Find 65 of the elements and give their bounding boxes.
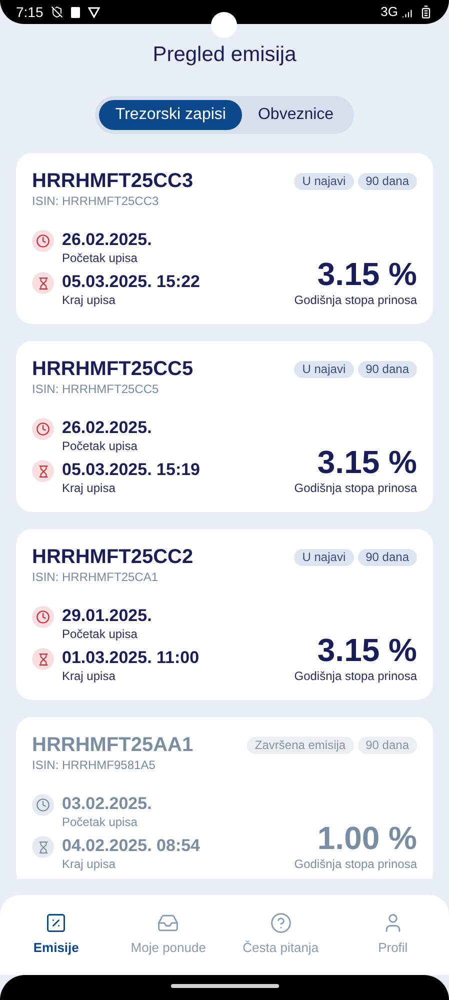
clock-icon: [32, 794, 54, 816]
status-time: 7:15: [16, 2, 44, 22]
start-label: Početak upisa: [62, 438, 138, 454]
isin-text: ISIN: HRRHMF9581A5: [32, 757, 156, 773]
issue-card[interactable]: HRRHMFT25AA1 ISIN: HRRHMF9581A5 Završena emisija 90 dana 03.02.2025. Početak upisa 04.02.2025. 08:54 Kraj upisa 1.00 % Godišnja stopa prinosa: [16, 717, 433, 879]
yield-label: Godišnja stopa prinosa: [294, 292, 417, 308]
isin-text: ISIN: HRRHMFT25CC5: [32, 381, 160, 397]
yield-rate: 3.15 %: [317, 256, 417, 292]
issue-card[interactable]: HRRHMFT25CC5 ISIN: HRRHMFT25CC5 U najavi 90 dana 26.02.2025. Početak upisa 05.03.2025. 15:19 Kraj upisa 3.15 % Godišnja stopa prinosa: [16, 341, 433, 512]
segment-tab[interactable]: Obveznice: [242, 100, 350, 130]
yield-rate: 3.15 %: [317, 632, 417, 668]
issue-code: HRRHMFT25CC5: [32, 357, 194, 381]
isin-text: ISIN: HRRHMFT25CA1: [32, 569, 160, 585]
issue-card[interactable]: HRRHMFT25CC2 ISIN: HRRHMFT25CA1 U najavi 90 dana 29.01.2025. Početak upisa 01.03.2025. 11:00 Kraj upisa 3.15 % Godišnja stopa prinosa: [16, 529, 433, 700]
yield-label: Godišnja stopa prinosa: [294, 856, 417, 872]
shield-icon: [51, 6, 64, 18]
end-label: Kraj upisa: [62, 292, 116, 308]
end-date: 05.03.2025. 15:22: [62, 272, 200, 292]
page-title: Pregled emisija: [152, 43, 298, 67]
network-type: 3G: [380, 3, 398, 22]
camera-cutout: [211, 12, 237, 38]
hourglass-icon: [32, 272, 54, 294]
issue-code: HRRHMFT25CC2: [32, 545, 194, 569]
tag: 90 dana: [358, 361, 417, 378]
tag: 90 dana: [358, 173, 417, 190]
segment-tab[interactable]: Trezorski zapisi: [99, 100, 242, 130]
isin-text: ISIN: HRRHMFT25CC3: [32, 193, 160, 209]
hourglass-icon: [32, 648, 54, 670]
start-date: 29.01.2025.: [62, 606, 152, 626]
start-date: 03.02.2025.: [62, 794, 152, 814]
yield-rate: 3.15 %: [317, 444, 417, 480]
end-label: Kraj upisa: [62, 856, 116, 872]
sd-card-icon: [71, 6, 80, 18]
start-date: 26.02.2025.: [62, 418, 152, 438]
battery-icon: [419, 5, 433, 19]
hourglass-icon: [32, 836, 54, 858]
end-label: Kraj upisa: [62, 480, 116, 496]
tag: 90 dana: [358, 737, 417, 754]
yield-label: Godišnja stopa prinosa: [294, 480, 417, 496]
end-label: Kraj upisa: [62, 668, 116, 684]
hourglass-icon: [32, 460, 54, 482]
start-label: Početak upisa: [62, 626, 138, 642]
clock-icon: [32, 418, 54, 440]
vpn-icon: [88, 6, 100, 18]
percent-square-icon: [45, 912, 68, 934]
end-date: 05.03.2025. 15:19: [62, 460, 200, 480]
start-date: 26.02.2025.: [62, 230, 152, 250]
tag: 90 dana: [358, 549, 417, 566]
yield-rate: 1.00 %: [317, 820, 417, 856]
clock-icon: [32, 606, 54, 628]
issue-code: HRRHMFT25AA1: [32, 733, 194, 757]
end-date: 01.03.2025. 11:00: [62, 648, 200, 668]
tag: U najavi: [294, 549, 354, 566]
help-icon: [270, 912, 292, 934]
tag: Završena emisija: [246, 737, 354, 754]
tag: U najavi: [294, 173, 354, 190]
yield-label: Godišnja stopa prinosa: [294, 668, 417, 684]
end-date: 04.02.2025. 08:54: [62, 836, 200, 856]
issue-card[interactable]: HRRHMFT25CC3 ISIN: HRRHMFT25CC3 U najavi 90 dana 26.02.2025. Početak upisa 05.03.2025. 15:22 Kraj upisa 3.15 % Godišnja stopa prinosa: [16, 153, 433, 324]
clock-icon: [32, 230, 54, 252]
tag: U najavi: [294, 361, 354, 378]
nav-tab[interactable]: Emisije: [0, 912, 112, 958]
start-label: Početak upisa: [62, 814, 138, 830]
issue-code: HRRHMFT25CC3: [32, 169, 194, 193]
start-label: Početak upisa: [62, 250, 138, 266]
